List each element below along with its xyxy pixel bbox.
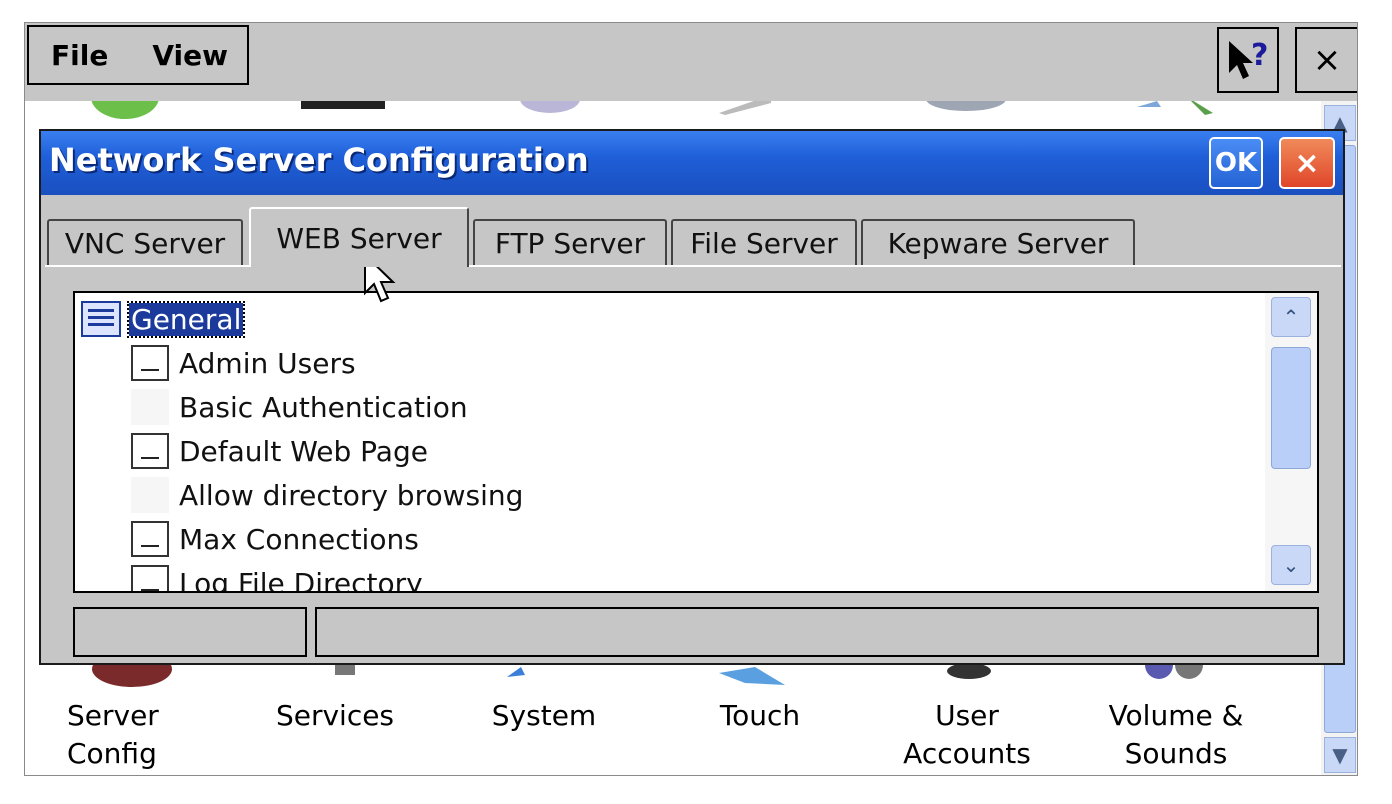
text-field-icon xyxy=(131,345,169,381)
status-panel-left xyxy=(73,607,307,657)
tab-ftp-server[interactable]: FTP Server xyxy=(473,219,667,265)
tree-item-max-connections[interactable]: Max Connections xyxy=(131,517,419,561)
touch-icon xyxy=(719,667,785,685)
text-field-icon xyxy=(131,521,169,557)
checkbox-icon xyxy=(131,477,169,513)
dialog-titlebar: Network Server Configuration OK × xyxy=(41,131,1343,195)
tree-scroll-thumb[interactable] xyxy=(1271,347,1311,469)
tree-item-label: Allow directory browsing xyxy=(179,478,524,512)
tree-item-log-file-directory[interactable]: Log File Directory xyxy=(131,561,423,593)
tree-item-label: Admin Users xyxy=(179,346,356,380)
control-panel-window: Server Config Services System Touch User… xyxy=(24,22,1358,776)
volume-sounds-icon xyxy=(1145,663,1203,679)
tree-item-basic-authentication[interactable]: Basic Authentication xyxy=(131,385,468,429)
chevron-up-icon[interactable]: ⌃ xyxy=(1271,297,1311,337)
settings-tree[interactable]: General Admin Users Basic Authentication… xyxy=(73,291,1319,593)
help-button[interactable]: ? xyxy=(1217,27,1279,93)
cp-item-volume-sounds[interactable]: Volume & Sounds xyxy=(1091,697,1261,773)
menu-file[interactable]: File xyxy=(51,39,108,72)
tree-root-label: General xyxy=(126,300,246,338)
text-field-icon xyxy=(131,433,169,469)
menu-box: File View xyxy=(27,25,249,85)
menu-view[interactable]: View xyxy=(152,39,228,72)
cp-item-user-accounts[interactable]: User Accounts xyxy=(887,697,1047,773)
tree-item-label: Log File Directory xyxy=(179,566,423,593)
cp-item-system[interactable]: System xyxy=(479,697,609,735)
tab-web-server[interactable]: WEB Server xyxy=(249,207,469,267)
cp-item-touch[interactable]: Touch xyxy=(695,697,825,735)
folder-list-icon xyxy=(81,301,121,337)
tree-item-label: Max Connections xyxy=(179,522,419,556)
network-server-config-dialog: Network Server Configuration OK × VNC Se… xyxy=(39,129,1345,665)
tree-item-admin-users[interactable]: Admin Users xyxy=(131,341,356,385)
chevron-down-icon[interactable]: ⌄ xyxy=(1271,545,1311,585)
control-panel-labels: Server Config Services System Touch User… xyxy=(25,697,1325,775)
tree-item-label: Default Web Page xyxy=(179,434,428,468)
user-accounts-icon xyxy=(947,663,991,679)
tree-item-default-web-page[interactable]: Default Web Page xyxy=(131,429,428,473)
window-close-button[interactable]: × xyxy=(1295,27,1357,93)
tab-strip: VNC Server WEB Server FTP Server File Se… xyxy=(45,207,1341,267)
dialog-title: Network Server Configuration xyxy=(49,141,589,179)
tree-root[interactable]: General xyxy=(81,297,246,341)
services-icon xyxy=(335,665,355,675)
svg-text:?: ? xyxy=(1251,38,1268,73)
dialog-close-button[interactable]: × xyxy=(1279,137,1335,189)
tab-vnc-server[interactable]: VNC Server xyxy=(47,219,243,265)
tab-file-server[interactable]: File Server xyxy=(671,219,857,265)
tab-kepware-server[interactable]: Kepware Server xyxy=(861,219,1135,265)
cp-item-services[interactable]: Services xyxy=(265,697,405,735)
tree-item-allow-directory-browsing[interactable]: Allow directory browsing xyxy=(131,473,523,517)
help-pointer-icon: ? xyxy=(1229,38,1268,79)
ok-button[interactable]: OK xyxy=(1209,137,1263,189)
system-icon xyxy=(507,667,525,677)
tree-scrollbar[interactable]: ⌃ ⌄ xyxy=(1265,293,1317,591)
cp-item-server-config[interactable]: Server Config xyxy=(67,697,187,773)
checkbox-icon xyxy=(131,389,169,425)
status-panel-right xyxy=(315,607,1319,657)
scroll-down-icon[interactable]: ▼ xyxy=(1324,737,1356,773)
text-field-icon xyxy=(131,565,169,591)
menu-bar: File View ? × xyxy=(25,23,1357,101)
tree-item-label: Basic Authentication xyxy=(179,390,468,424)
tab-divider xyxy=(45,265,1341,267)
